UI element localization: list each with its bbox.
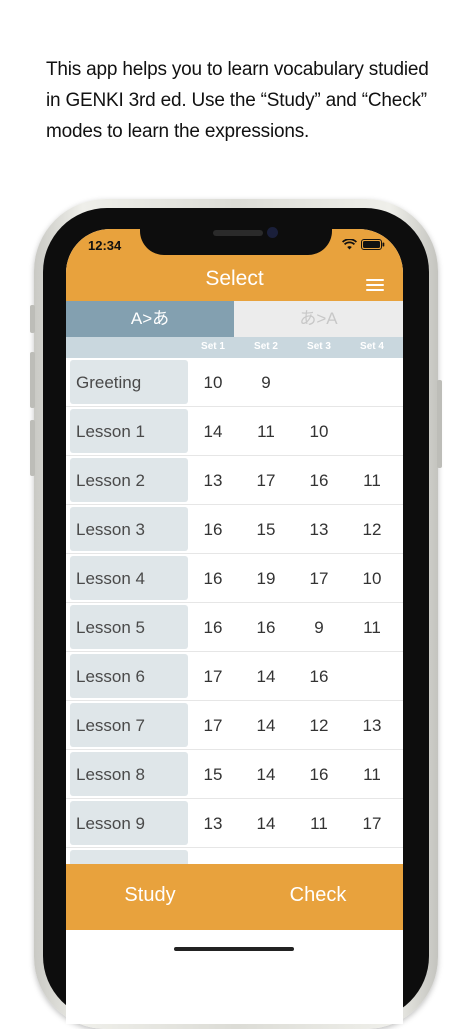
lesson-cell[interactable]: Lesson 9 (70, 801, 188, 845)
table-row: Lesson 7 17 14 12 13 (66, 701, 403, 750)
set-count-3[interactable]: 16 (299, 667, 339, 687)
set-count-3[interactable]: 13 (299, 520, 339, 540)
lesson-label: Lesson 5 (76, 618, 145, 637)
app-screen: 12:34 Select A>あ あ>A Set 1 Set 2 Set 3 S… (66, 229, 403, 1024)
set-count-2[interactable]: 16 (246, 618, 286, 638)
lesson-label: Lesson 7 (76, 716, 145, 735)
caption-line: in GENKI 3rd ed. Use the “Study” and “Ch… (46, 90, 427, 111)
phone-side-button (30, 352, 35, 408)
caption-line: This app helps you to learn vocabulary s… (46, 59, 429, 80)
set-header: Set 4 (360, 341, 384, 352)
status-icons (342, 239, 385, 250)
set-count-2[interactable]: 15 (246, 520, 286, 540)
battery-icon (361, 239, 385, 250)
set-count-1[interactable]: 15 (193, 765, 233, 785)
set-count-1[interactable]: 16 (193, 618, 233, 638)
lesson-label: Lesson 3 (76, 520, 145, 539)
table-row: Lesson 2 13 17 16 11 (66, 456, 403, 505)
set-count-2[interactable]: 14 (246, 667, 286, 687)
lesson-cell[interactable]: Lesson 7 (70, 703, 188, 747)
table-row: Lesson 9 13 14 11 17 (66, 799, 403, 848)
page-title: Select (205, 267, 264, 290)
set-count-4[interactable]: 12 (352, 520, 392, 540)
lesson-label: Greeting (76, 373, 142, 392)
bottom-bar: Study Check (66, 864, 403, 930)
promo-caption: This app helps you to learn vocabulary s… (46, 54, 446, 147)
lesson-table: Greeting 10 9 Lesson 1 14 11 10 Lesson 2 13 17 16 1… (66, 358, 403, 864)
phone-side-button (30, 420, 35, 476)
status-time: 12:34 (88, 238, 122, 253)
lesson-cell[interactable]: Lesson 3 (70, 507, 188, 551)
table-row: Lesson 5 16 16 9 11 (66, 603, 403, 652)
home-indicator (174, 947, 294, 951)
hamburger-icon[interactable] (366, 279, 384, 291)
lesson-cell[interactable]: Lesson 1 (70, 409, 188, 453)
set-count-3[interactable]: 16 (299, 471, 339, 491)
set-count-3[interactable]: 16 (299, 765, 339, 785)
set-count-1[interactable]: 17 (193, 716, 233, 736)
table-row: Greeting 10 9 (66, 358, 403, 407)
lesson-cell[interactable]: Lesson 8 (70, 752, 188, 796)
set-count-1[interactable]: 14 (193, 422, 233, 442)
wifi-icon (342, 239, 357, 250)
lesson-cell[interactable]: Lesson 6 (70, 654, 188, 698)
set-header: Set 3 (307, 341, 331, 352)
front-camera (267, 227, 278, 238)
lesson-label: Lesson 9 (76, 814, 145, 833)
set-count-4[interactable]: 10 (352, 569, 392, 589)
set-count-3[interactable]: 10 (299, 422, 339, 442)
set-count-1[interactable]: 17 (193, 667, 233, 687)
set-header: Set 2 (254, 341, 278, 352)
phone-side-button (437, 380, 442, 468)
lesson-cell[interactable]: Greeting (70, 360, 188, 404)
table-row: Lesson 4 16 19 17 10 (66, 554, 403, 603)
table-row: Lesson 6 17 14 16 (66, 652, 403, 701)
notch (140, 221, 332, 255)
set-count-1[interactable]: 16 (193, 569, 233, 589)
set-count-3[interactable]: 17 (299, 569, 339, 589)
lesson-label: Lesson 1 (76, 422, 145, 441)
set-count-3[interactable]: 11 (299, 814, 339, 834)
lesson-cell[interactable] (70, 850, 188, 864)
set-count-4[interactable]: 11 (352, 618, 392, 638)
set-header-row: Set 1 Set 2 Set 3 Set 4 (66, 337, 403, 358)
table-row: Lesson 1 14 11 10 (66, 407, 403, 456)
study-button[interactable]: Study (90, 884, 210, 907)
caption-line: modes to learn the expressions. (46, 121, 310, 142)
check-button[interactable]: Check (258, 884, 378, 907)
set-count-4[interactable]: 11 (352, 765, 392, 785)
set-count-2[interactable]: 14 (246, 716, 286, 736)
lesson-cell[interactable]: Lesson 2 (70, 458, 188, 502)
table-row (66, 848, 403, 864)
set-count-2[interactable]: 19 (246, 569, 286, 589)
set-count-2[interactable]: 14 (246, 765, 286, 785)
set-count-2[interactable]: 14 (246, 814, 286, 834)
set-count-1[interactable]: 13 (193, 814, 233, 834)
set-count-4[interactable]: 17 (352, 814, 392, 834)
tab-english-to-kana[interactable]: A>あ (66, 301, 234, 337)
set-count-4[interactable]: 13 (352, 716, 392, 736)
phone-side-button (30, 305, 35, 333)
set-count-3[interactable]: 12 (299, 716, 339, 736)
speaker-grille (213, 230, 263, 236)
set-header: Set 1 (201, 341, 225, 352)
lesson-label: Lesson 4 (76, 569, 145, 588)
set-count-3[interactable]: 9 (299, 618, 339, 638)
lesson-cell[interactable]: Lesson 4 (70, 556, 188, 600)
lesson-label: Lesson 2 (76, 471, 145, 490)
table-row: Lesson 3 16 15 13 12 (66, 505, 403, 554)
set-count-2[interactable]: 11 (246, 422, 286, 442)
set-count-1[interactable]: 10 (193, 373, 233, 393)
set-count-2[interactable]: 9 (246, 373, 286, 393)
lesson-label: Lesson 6 (76, 667, 145, 686)
lesson-cell[interactable]: Lesson 5 (70, 605, 188, 649)
table-row: Lesson 8 15 14 16 11 (66, 750, 403, 799)
set-count-1[interactable]: 16 (193, 520, 233, 540)
tab-kana-to-english[interactable]: あ>A (234, 301, 403, 337)
lesson-label: Lesson 8 (76, 765, 145, 784)
set-count-1[interactable]: 13 (193, 471, 233, 491)
set-count-4[interactable]: 11 (352, 471, 392, 491)
set-count-2[interactable]: 17 (246, 471, 286, 491)
